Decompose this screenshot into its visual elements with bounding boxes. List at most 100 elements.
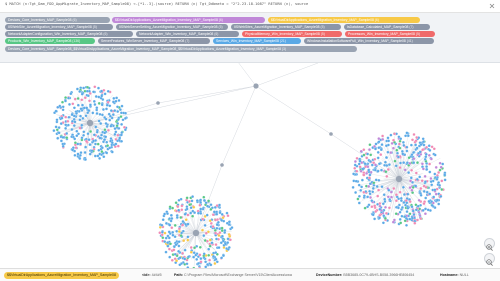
graph-node[interactable] bbox=[110, 141, 114, 145]
graph-node[interactable] bbox=[428, 192, 432, 196]
graph-node[interactable] bbox=[407, 156, 411, 160]
graph-node[interactable] bbox=[386, 150, 390, 154]
graph-node[interactable] bbox=[365, 156, 369, 160]
graph-node[interactable] bbox=[357, 183, 361, 187]
graph-node[interactable] bbox=[354, 179, 358, 183]
graph-node[interactable] bbox=[405, 149, 409, 153]
graph-node[interactable] bbox=[410, 188, 414, 192]
graph-node[interactable] bbox=[164, 250, 168, 254]
graph-node[interactable] bbox=[170, 217, 174, 220]
graph-node[interactable] bbox=[399, 221, 403, 225]
graph-node[interactable] bbox=[204, 201, 208, 205]
graph-node[interactable] bbox=[94, 95, 98, 98]
graph-node[interactable] bbox=[73, 120, 77, 124]
graph-node[interactable] bbox=[388, 198, 392, 201]
graph-node[interactable] bbox=[434, 192, 438, 196]
graph-node[interactable] bbox=[98, 156, 102, 160]
graph-node[interactable] bbox=[383, 216, 387, 220]
graph-node[interactable] bbox=[78, 153, 82, 157]
graph-node[interactable] bbox=[160, 230, 164, 234]
graph-node[interactable] bbox=[412, 161, 416, 165]
graph-node[interactable] bbox=[432, 195, 436, 199]
graph-node[interactable] bbox=[409, 143, 413, 147]
graph-node[interactable] bbox=[120, 122, 124, 126]
selected-node-label[interactable]: $$VirtualDirApplications_AzureMigration_… bbox=[4, 272, 120, 279]
zoom-in-button[interactable] bbox=[484, 238, 495, 251]
graph-node[interactable] bbox=[381, 134, 385, 138]
legend-chip[interactable]: $$VirtualDirApplications_AzureMigration_… bbox=[112, 17, 265, 23]
graph-node[interactable] bbox=[116, 133, 120, 137]
graph-node[interactable] bbox=[213, 228, 217, 232]
graph-node[interactable] bbox=[201, 228, 204, 232]
graph-node[interactable] bbox=[425, 145, 429, 149]
graph-node[interactable] bbox=[423, 180, 427, 184]
graph-node[interactable] bbox=[405, 161, 409, 165]
graph-node[interactable] bbox=[73, 137, 77, 141]
graph-node[interactable] bbox=[96, 142, 100, 146]
graph-node[interactable] bbox=[222, 254, 225, 258]
graph-node[interactable] bbox=[201, 217, 205, 221]
graph-node[interactable] bbox=[213, 262, 217, 265]
graph-node[interactable] bbox=[215, 260, 219, 264]
graph-node[interactable] bbox=[402, 143, 406, 147]
graph-node[interactable] bbox=[73, 141, 77, 145]
graph-node[interactable] bbox=[177, 227, 181, 231]
legend-chip[interactable]: PhysicalMemory_Win_Inventory_MAP_Sample0… bbox=[242, 31, 342, 37]
graph-node[interactable] bbox=[357, 162, 361, 166]
legend-chip[interactable]: Devices_Core_Inventory_MAP_Sample08_$$Vi… bbox=[5, 46, 357, 52]
graph-node[interactable] bbox=[100, 103, 104, 107]
graph-node[interactable] bbox=[81, 116, 85, 120]
graph-node[interactable] bbox=[199, 257, 203, 261]
graph-node[interactable] bbox=[83, 96, 87, 100]
graph-node[interactable] bbox=[177, 208, 181, 212]
graph-node[interactable] bbox=[212, 251, 216, 255]
legend-chip[interactable]: IISWebSite_AzureMigration_Inventory_MAP_… bbox=[5, 24, 113, 30]
graph-node[interactable] bbox=[214, 257, 218, 261]
graph-node[interactable] bbox=[106, 128, 110, 132]
graph-node[interactable] bbox=[398, 166, 402, 170]
graph-node[interactable] bbox=[88, 152, 92, 156]
graph-node[interactable] bbox=[78, 157, 82, 160]
graph-node[interactable] bbox=[207, 247, 211, 251]
graph-node[interactable] bbox=[223, 231, 227, 234]
graph-node[interactable] bbox=[220, 229, 224, 233]
graph-node[interactable] bbox=[78, 126, 82, 130]
graph-node[interactable] bbox=[59, 139, 63, 143]
graph-node[interactable] bbox=[389, 133, 393, 137]
graph-node[interactable] bbox=[202, 234, 206, 238]
graph-node[interactable] bbox=[228, 238, 232, 242]
graph-node[interactable] bbox=[370, 199, 374, 203]
graph-node[interactable] bbox=[82, 86, 86, 90]
graph-node[interactable] bbox=[191, 195, 195, 199]
graph-node[interactable] bbox=[166, 212, 169, 216]
graph-node[interactable] bbox=[183, 212, 187, 216]
graph-node[interactable] bbox=[97, 86, 100, 90]
graph-node[interactable] bbox=[398, 190, 402, 194]
cluster-hub-node[interactable] bbox=[86, 119, 94, 127]
graph-node[interactable] bbox=[374, 163, 377, 167]
graph-node[interactable] bbox=[212, 254, 215, 258]
graph-node[interactable] bbox=[430, 183, 434, 187]
graph-node[interactable] bbox=[186, 238, 190, 242]
graph-node[interactable] bbox=[215, 212, 219, 216]
graph-node[interactable] bbox=[203, 223, 207, 227]
graph-node[interactable] bbox=[399, 161, 402, 165]
graph-node[interactable] bbox=[384, 205, 387, 209]
graph-node[interactable] bbox=[84, 114, 88, 118]
graph-node[interactable] bbox=[435, 198, 439, 202]
graph-node[interactable] bbox=[215, 237, 218, 241]
graph-node[interactable] bbox=[114, 99, 118, 103]
graph-node[interactable] bbox=[372, 181, 376, 185]
graph-node[interactable] bbox=[424, 207, 427, 211]
legend-chip[interactable]: $$VirtualDirApplications_AzureMigration_… bbox=[268, 17, 420, 23]
graph-node[interactable] bbox=[393, 132, 396, 136]
graph-node[interactable] bbox=[435, 177, 439, 181]
graph-node[interactable] bbox=[82, 106, 86, 110]
graph-node[interactable] bbox=[389, 151, 393, 155]
graph-node[interactable] bbox=[161, 236, 165, 240]
graph-node[interactable] bbox=[362, 148, 366, 152]
graph-node[interactable] bbox=[170, 226, 174, 230]
graph-node[interactable] bbox=[384, 170, 388, 174]
graph-node[interactable] bbox=[81, 103, 84, 107]
graph-node[interactable] bbox=[419, 217, 423, 221]
